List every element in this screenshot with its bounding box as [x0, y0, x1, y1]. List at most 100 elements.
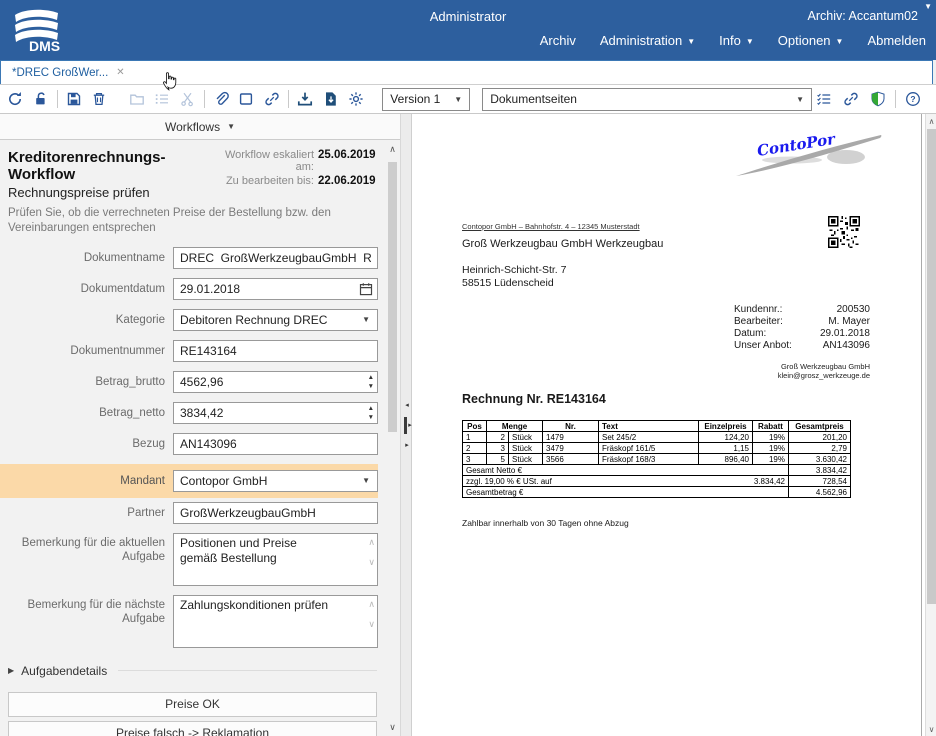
workflow-dates: Workflow eskaliert am: 25.06.2019 Zu bea… [210, 149, 378, 200]
dokumentname-input[interactable] [173, 247, 378, 269]
logged-in-user: Administrator [430, 9, 507, 24]
bezug-input[interactable] [173, 433, 378, 455]
menu-item-optionen[interactable]: Optionen▼ [778, 33, 844, 48]
spinner-arrows-icon[interactable]: ▲▼ [368, 373, 374, 391]
document-pages-dropdown[interactable]: Dokumentseiten▼ [482, 88, 812, 111]
attachment-icon[interactable] [210, 88, 232, 110]
settings-gear-icon[interactable] [345, 88, 367, 110]
scroll-up-icon[interactable]: ∧ [385, 144, 400, 155]
field-row-bemerkung-aktuell: Bemerkung für die aktuellen Aufgabe Posi… [0, 533, 378, 586]
field-row-betrag-brutto: Betrag_brutto 4562,96▲▼ [0, 371, 378, 393]
field-row-bezug: Bezug [0, 433, 378, 455]
main-area: Workflows▼ Kreditorenrechnungs-Workflow … [0, 114, 936, 736]
toolbar-right-group: ? [812, 88, 928, 110]
scroll-down-icon[interactable]: ∨ [368, 557, 375, 568]
chevron-down-icon[interactable]: ▼ [924, 2, 932, 11]
dms-logo-text: DMS [29, 38, 60, 54]
menu-item-administration[interactable]: Administration▼ [600, 33, 695, 48]
scroll-down-icon[interactable]: ∨ [385, 722, 400, 733]
field-row-kategorie: Kategorie Debitoren Rechnung DREC▼ [0, 309, 378, 331]
refresh-icon[interactable] [4, 88, 26, 110]
bemerkung-naechste-textarea[interactable]: Zahlungskonditionen prüfen [173, 595, 378, 648]
save-icon[interactable] [63, 88, 85, 110]
chevron-down-icon: ▼ [454, 95, 462, 104]
spinner-arrows-icon[interactable]: ▲▼ [368, 404, 374, 422]
scroll-down-icon[interactable]: ∨ [368, 619, 375, 630]
scrollbar-thumb[interactable] [388, 162, 397, 432]
field-row-dokumentname: Dokumentname [0, 247, 378, 269]
invoice-row: 1 2 Stück 1479 Set 245/2 124,20 19% 201,… [463, 432, 851, 443]
due-date: 22.06.2019 [318, 175, 380, 187]
version-dropdown[interactable]: Version 1▼ [382, 88, 470, 111]
chevron-down-icon: ▼ [746, 37, 754, 46]
chevron-down-icon: ▼ [796, 95, 804, 104]
scrollbar-thumb[interactable] [927, 129, 936, 604]
chevron-down-icon: ▼ [227, 122, 235, 131]
sender-address-line: Contopor GmbH – Bahnhofstr. 4 – 12345 Mu… [462, 222, 640, 231]
betrag-netto-input[interactable]: 3834,42▲▼ [173, 402, 378, 424]
panel-splitter[interactable]: ◂ ▸ ▸ [400, 114, 412, 736]
preise-falsch-button[interactable]: Preise falsch -> Reklamation [8, 721, 377, 736]
menu-item-abmelden[interactable]: Abmelden [867, 33, 926, 48]
scroll-up-icon[interactable]: ∧ [368, 599, 375, 610]
workflow-task-name: Rechnungspreise prüfen [8, 185, 210, 200]
unlock-icon[interactable] [29, 88, 51, 110]
partner-input[interactable] [173, 502, 378, 524]
split-document-icon[interactable] [176, 88, 198, 110]
link-icon[interactable] [261, 88, 283, 110]
invoice-summary-row: zzgl. 19,00 % € USt. auf 3.834,42 728,54 [463, 476, 851, 487]
workflow-description: Prüfen Sie, ob die verrechneten Preise d… [8, 206, 375, 236]
qr-code [828, 216, 860, 248]
app-header: DMS Administrator Archiv: Accantum02 ▼ A… [0, 0, 936, 60]
main-menu: Archiv Administration▼ Info▼ Optionen▼ A… [540, 33, 926, 48]
workflows-view-selector[interactable]: Workflows▼ [0, 114, 400, 140]
folder-icon[interactable] [126, 88, 148, 110]
payment-terms: Zahlbar innerhalb von 30 Tagen ohne Abzu… [462, 518, 629, 528]
betrag-brutto-input[interactable]: 4562,96▲▼ [173, 371, 378, 393]
dms-application: DMS Administrator Archiv: Accantum02 ▼ A… [0, 0, 936, 736]
panel-scrollbar[interactable]: ∧ ∨ [385, 140, 400, 736]
task-list-icon[interactable] [812, 88, 836, 110]
field-row-partner: Partner [0, 502, 378, 524]
toolbar-separator [288, 90, 289, 108]
tab-document-drec[interactable]: *DREC GroßWer...✕ [0, 60, 933, 84]
kategorie-select[interactable]: Debitoren Rechnung DREC▼ [173, 309, 378, 331]
invoice-table-header: Pos Menge Nr. Text Einzelpreis Rabatt Ge… [463, 421, 851, 432]
archive-label: Archiv: Accantum02 [808, 9, 918, 23]
index-list-icon[interactable] [151, 88, 173, 110]
offer-number: AN143096 [798, 340, 870, 351]
workflow-form: Dokumentname Dokumentdatum 29.01.2018 Ka… [0, 247, 385, 648]
task-details-expander[interactable]: ▶ Aufgabendetails [8, 664, 377, 678]
field-row-bemerkung-naechste: Bemerkung für die nächste Aufgabe Zahlun… [0, 595, 378, 648]
chevron-right-icon: ▶ [8, 666, 14, 675]
scroll-down-icon[interactable]: ∨ [926, 725, 936, 734]
close-icon[interactable]: ✕ [116, 67, 124, 78]
expand-right-icon[interactable]: ▸ [402, 442, 412, 450]
download-icon[interactable] [294, 88, 316, 110]
help-icon[interactable]: ? [901, 88, 925, 110]
mandant-select[interactable]: Contopor GmbH▼ [173, 470, 378, 492]
dokumentnummer-input[interactable] [173, 340, 378, 362]
bemerkung-aktuell-textarea[interactable]: Positionen und Preise gemäß Bestellung [173, 533, 378, 586]
due-label: Zu bearbeiten bis: [210, 175, 314, 187]
field-row-dokumentdatum: Dokumentdatum 29.01.2018 [0, 278, 378, 300]
tab-bar: Erfassung Dokumente Workflows *DREC Groß… [0, 60, 936, 85]
menu-item-archiv[interactable]: Archiv [540, 33, 576, 48]
note-icon[interactable] [235, 88, 257, 110]
scroll-up-icon[interactable]: ∧ [926, 117, 936, 126]
preise-ok-button[interactable]: Preise OK [8, 692, 377, 717]
field-row-mandant-highlighted: Mandant Contopor GmbH▼ [0, 464, 378, 498]
collapse-left-icon[interactable]: ◂ [402, 402, 412, 410]
document-toolbar: Version 1▼ Dokumentseiten▼ ? [0, 85, 936, 114]
preview-scrollbar[interactable]: ∧ ∨ [925, 114, 936, 736]
link-icon[interactable] [839, 88, 863, 110]
export-file-icon[interactable] [319, 88, 341, 110]
menu-item-info[interactable]: Info▼ [719, 33, 754, 48]
scroll-up-icon[interactable]: ∧ [368, 537, 375, 548]
toolbar-separator [204, 90, 205, 108]
delete-icon[interactable] [88, 88, 110, 110]
calendar-icon[interactable] [359, 282, 373, 296]
dokumentdatum-input[interactable]: 29.01.2018 [173, 278, 378, 300]
recipient-name: Groß Werkzeugbau GmbH Werkzeugbau [462, 238, 663, 250]
permissions-shield-icon[interactable] [866, 88, 890, 110]
